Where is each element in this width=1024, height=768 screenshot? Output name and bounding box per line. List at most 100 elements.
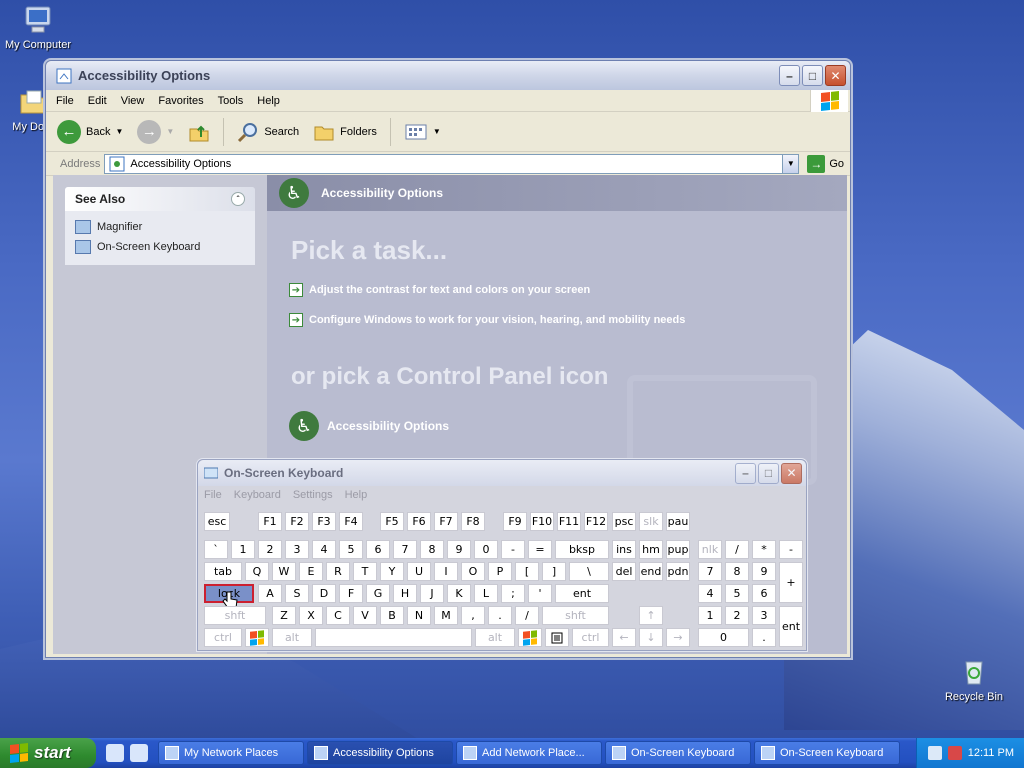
key-ctrl-right[interactable]: ctrl [572, 628, 609, 647]
key-numpad-5[interactable]: 5 [725, 584, 749, 603]
clock[interactable]: 12:11 PM [968, 747, 1014, 759]
key-4[interactable]: 4 [312, 540, 336, 559]
key-j[interactable]: J [420, 584, 444, 603]
key-arrow-right[interactable]: → [666, 628, 690, 647]
key-space[interactable] [315, 628, 472, 647]
window-titlebar[interactable]: Accessibility Options – □ ✕ [46, 61, 850, 90]
key-hm[interactable]: hm [639, 540, 663, 559]
taskbar-button-on-screen-keyboard-2[interactable]: On-Screen Keyboard [754, 741, 900, 765]
key-alt-left[interactable]: alt [272, 628, 312, 647]
key-lbracket[interactable]: [ [515, 562, 539, 581]
key-n[interactable]: N [407, 606, 431, 625]
key-numpad-6[interactable]: 6 [752, 584, 776, 603]
key-r[interactable]: R [326, 562, 350, 581]
key-f6[interactable]: F6 [407, 512, 431, 531]
key-f8[interactable]: F8 [461, 512, 485, 531]
key-arrow-left[interactable]: ← [612, 628, 636, 647]
key-backslash[interactable]: \ [569, 562, 609, 581]
key-c[interactable]: C [326, 606, 350, 625]
taskbar-button-on-screen-keyboard-1[interactable]: On-Screen Keyboard [605, 741, 751, 765]
key-9[interactable]: 9 [447, 540, 471, 559]
key-2[interactable]: 2 [258, 540, 282, 559]
start-button[interactable]: start [0, 738, 96, 768]
key-f2[interactable]: F2 [285, 512, 309, 531]
key-pau[interactable]: pau [666, 512, 690, 531]
address-field[interactable]: Accessibility Options ▼ [104, 153, 800, 174]
key-x[interactable]: X [299, 606, 323, 625]
search-button[interactable]: Search [234, 119, 302, 145]
collapse-chevron-icon[interactable]: ˆ [231, 192, 245, 206]
key-windows-left[interactable] [245, 628, 269, 647]
menu-help[interactable]: Help [257, 95, 280, 107]
key-numpad-4[interactable]: 4 [698, 584, 722, 603]
key-5[interactable]: 5 [339, 540, 363, 559]
menu-tools[interactable]: Tools [218, 95, 244, 107]
key-l[interactable]: L [474, 584, 498, 603]
key-arrow-down[interactable]: ↓ [639, 628, 663, 647]
key-numpad-3[interactable]: 3 [752, 606, 776, 625]
key-psc[interactable]: psc [612, 512, 636, 531]
close-button[interactable]: ✕ [825, 65, 846, 86]
key-slash[interactable]: / [515, 606, 539, 625]
menu-view[interactable]: View [121, 95, 145, 107]
osk-menu-keyboard[interactable]: Keyboard [234, 489, 281, 501]
key-menu[interactable] [545, 628, 569, 647]
key-numpad-1[interactable]: 1 [698, 606, 722, 625]
taskbar-button-accessibility-options[interactable]: Accessibility Options [307, 741, 453, 765]
key-h[interactable]: H [393, 584, 417, 603]
key-numpad-minus[interactable]: - [779, 540, 803, 559]
maximize-button[interactable]: □ [802, 65, 823, 86]
security-shield-icon[interactable] [947, 746, 962, 760]
key-f5[interactable]: F5 [380, 512, 404, 531]
go-button[interactable]: → Go [807, 154, 844, 173]
key-0[interactable]: 0 [474, 540, 498, 559]
see-also-osk-link[interactable]: On-Screen Keyboard [75, 237, 245, 257]
key-shift-right[interactable]: shft [542, 606, 609, 625]
key-alt-right[interactable]: alt [475, 628, 515, 647]
key-quote[interactable]: ' [528, 584, 552, 603]
key-numpad-plus[interactable]: + [779, 562, 803, 603]
key-s[interactable]: S [285, 584, 309, 603]
up-folder-button[interactable] [185, 119, 213, 145]
key-v[interactable]: V [353, 606, 377, 625]
key-shift-left[interactable]: shft [204, 606, 266, 625]
forward-button[interactable]: → ▼ [134, 118, 177, 146]
key-slk[interactable]: slk [639, 512, 663, 531]
menu-file[interactable]: File [56, 95, 74, 107]
key-numpad-0[interactable]: 0 [698, 628, 749, 647]
key-1[interactable]: 1 [231, 540, 255, 559]
key-o[interactable]: O [461, 562, 485, 581]
key-pdn[interactable]: pdn [666, 562, 690, 581]
key-p[interactable]: P [488, 562, 512, 581]
osk-menu-help[interactable]: Help [345, 489, 368, 501]
key-esc[interactable]: esc [204, 512, 230, 531]
key-f12[interactable]: F12 [584, 512, 608, 531]
key-m[interactable]: M [434, 606, 458, 625]
views-button[interactable]: ▼ [401, 120, 444, 144]
key-pup[interactable]: pup [666, 540, 690, 559]
key-numpad-decimal[interactable]: . [752, 628, 776, 647]
back-button[interactable]: ← Back ▼ [54, 118, 126, 146]
key-numpad-9[interactable]: 9 [752, 562, 776, 581]
show-desktop-icon[interactable] [130, 744, 148, 762]
key-3[interactable]: 3 [285, 540, 309, 559]
key-del[interactable]: del [612, 562, 636, 581]
key-u[interactable]: U [407, 562, 431, 581]
taskbar-button-add-network-place[interactable]: Add Network Place... [456, 741, 602, 765]
key-semicolon[interactable]: ; [501, 584, 525, 603]
key-rbracket[interactable]: ] [542, 562, 566, 581]
key-b[interactable]: B [380, 606, 404, 625]
internet-explorer-icon[interactable] [106, 744, 124, 762]
key-f3[interactable]: F3 [312, 512, 336, 531]
key-6[interactable]: 6 [366, 540, 390, 559]
key-numpad-multiply[interactable]: * [752, 540, 776, 559]
menu-edit[interactable]: Edit [88, 95, 107, 107]
key-numpad-8[interactable]: 8 [725, 562, 749, 581]
key-z[interactable]: Z [272, 606, 296, 625]
key-8[interactable]: 8 [420, 540, 444, 559]
key-k[interactable]: K [447, 584, 471, 603]
minimize-button[interactable]: – [779, 65, 800, 86]
key-period[interactable]: . [488, 606, 512, 625]
key-y[interactable]: Y [380, 562, 404, 581]
key-a[interactable]: A [258, 584, 282, 603]
